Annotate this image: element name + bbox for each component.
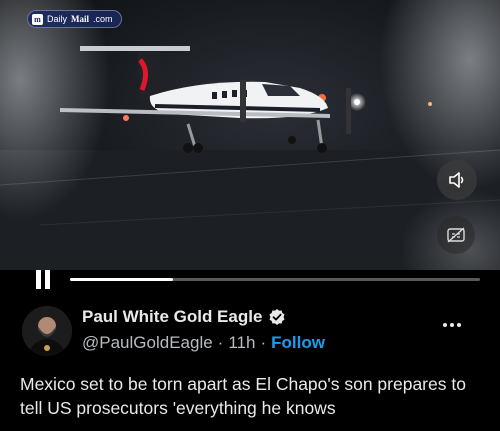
dailymail-logo-icon: m — [32, 13, 43, 25]
video-controls — [0, 270, 500, 292]
avatar[interactable] — [22, 306, 72, 356]
progress-bar[interactable] — [70, 278, 480, 281]
dailymail-watermark: m Daily Mail .com — [27, 10, 122, 28]
pause-icon[interactable] — [34, 270, 52, 290]
author-name-row: Paul White Gold Eagle — [82, 307, 286, 327]
author-display-name[interactable]: Paul White Gold Eagle — [82, 307, 262, 327]
watermark-brand-bold: Mail — [71, 14, 90, 24]
watermark-brand-light: Daily — [47, 14, 68, 24]
watermark-brand-suffix: .com — [93, 14, 113, 24]
video-frame — [0, 0, 500, 270]
verified-badge-icon — [269, 309, 285, 325]
author-handle[interactable]: @PaulGoldEagle — [82, 333, 213, 353]
progress-fill — [70, 278, 173, 281]
tweet: Paul White Gold Eagle @PaulGoldEagle · 1… — [0, 300, 500, 431]
video-player[interactable]: m Daily Mail .com — [0, 0, 500, 270]
tweet-timestamp[interactable]: 11h — [228, 333, 255, 353]
captions-off-icon — [447, 227, 465, 243]
volume-icon — [449, 172, 464, 188]
meta-separator: · — [217, 333, 224, 352]
meta-separator-2: · — [260, 333, 267, 352]
more-options-icon[interactable] — [441, 320, 463, 330]
volume-button[interactable] — [437, 160, 477, 200]
author-meta-row: @PaulGoldEagle · 11h · Follow — [82, 333, 325, 353]
captions-button[interactable] — [437, 216, 475, 254]
tweet-text: Mexico set to be torn apart as El Chapo'… — [20, 374, 466, 418]
follow-button[interactable]: Follow — [271, 333, 325, 353]
avatar-image — [22, 306, 72, 356]
